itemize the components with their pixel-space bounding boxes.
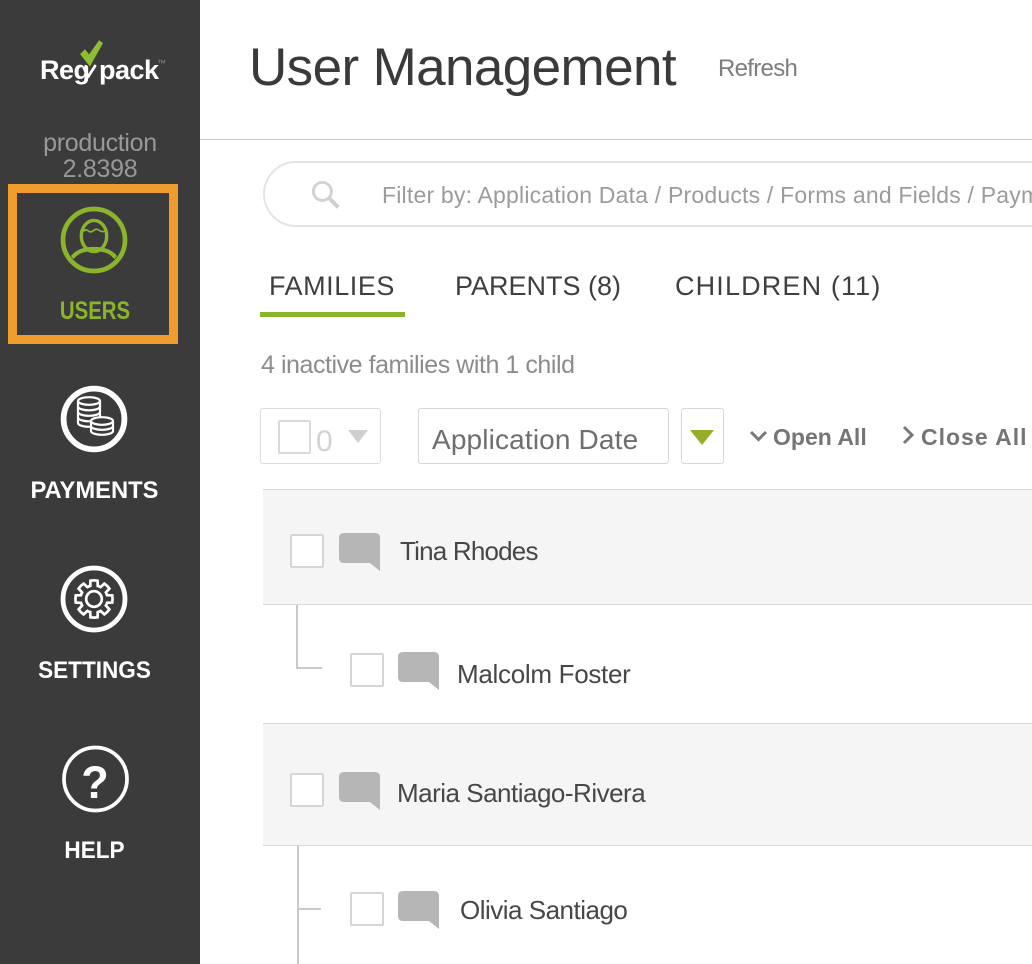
svg-text:?: ? bbox=[81, 757, 109, 808]
